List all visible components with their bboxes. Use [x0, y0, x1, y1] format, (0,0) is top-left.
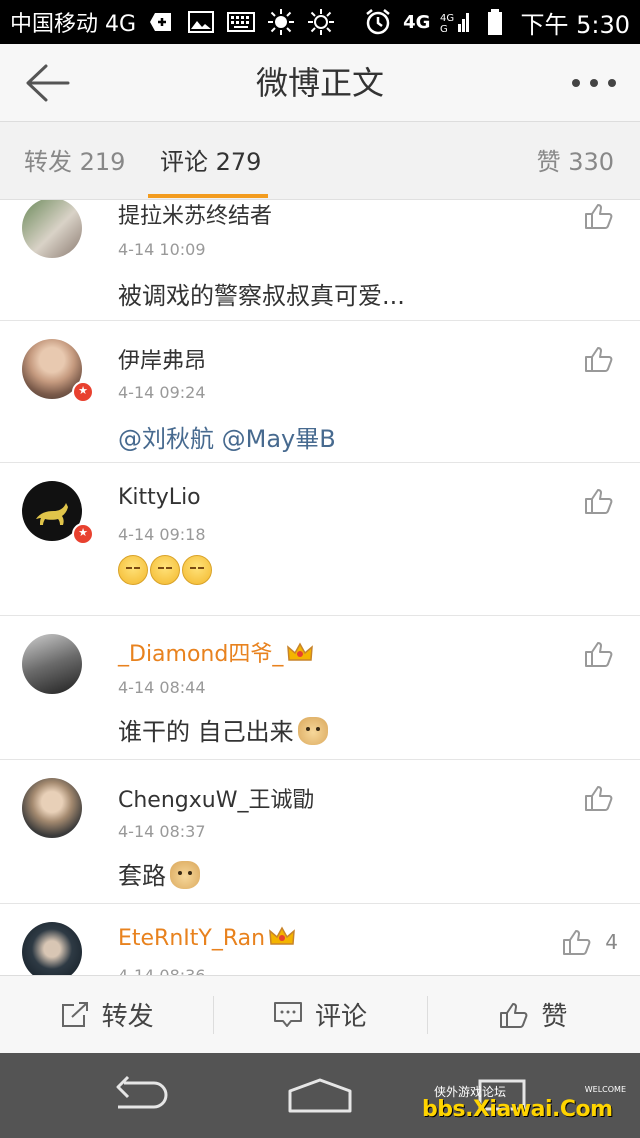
comment-text: 被调戏的警察叔叔真可爱... — [118, 282, 405, 310]
battery-icon — [480, 9, 510, 35]
bottom-action-bar: 转发 评论 赞 — [0, 975, 640, 1053]
tab-likes[interactable]: 赞 330 — [537, 122, 614, 202]
back-nav-icon[interactable] — [110, 1075, 174, 1115]
comment-item: 伊岸弗昂 4-14 09:24 @刘秋航 @May畢B — [0, 321, 640, 463]
gallery-icon — [186, 9, 216, 35]
comment-item: EteRnItY_Ran 4-14 08:36 4 — [0, 904, 640, 975]
sun-icon — [266, 9, 296, 35]
avatar[interactable] — [22, 200, 82, 258]
signal-icon: 4G G — [440, 9, 470, 35]
like-button[interactable]: 赞 — [426, 976, 640, 1053]
comment-item: _Diamond四爷_ 4-14 08:44 谁干的 自己出来 — [0, 616, 640, 760]
comment-list[interactable]: 提拉米苏终结者 4-14 10:09 被调戏的警察叔叔真可爱... 伊岸弗昂 4… — [0, 200, 640, 975]
alarm-icon — [363, 9, 393, 35]
keyboard-icon — [226, 9, 256, 35]
status-bar: 中国移动 4G 4G 4G G 下午 5:30 — [0, 0, 640, 44]
sleepy-emoji-icon — [150, 555, 180, 585]
system-nav-bar: 侠外游戏论坛 WELCOME bbs.Xiawai.Com — [0, 1053, 640, 1138]
active-tab-indicator — [148, 194, 268, 198]
forum-watermark: 侠外游戏论坛 WELCOME bbs.Xiawai.Com — [422, 1085, 626, 1122]
comment-time: 4-14 08:37 — [118, 822, 206, 841]
comment-author[interactable]: EteRnItY_Ran — [118, 926, 295, 951]
comment-time: 4-14 08:44 — [118, 678, 206, 697]
share-icon — [61, 1001, 88, 1027]
comment-time: 4-14 08:36 — [118, 966, 206, 975]
doge-emoji-icon — [170, 861, 200, 889]
title-bar: 微博正文 — [0, 44, 640, 122]
comment-author[interactable]: _Diamond四爷_ — [118, 636, 314, 668]
page-title: 微博正文 — [255, 64, 384, 102]
thumbs-up-icon[interactable] — [584, 640, 614, 668]
comment-item: ChengxuW_王诚勖 4-14 08:37 套路 — [0, 760, 640, 904]
thumbs-up-icon — [500, 1002, 528, 1028]
repost-label: 转发 — [101, 1002, 154, 1032]
thumbs-up-icon[interactable] — [584, 784, 614, 812]
network-type-label: 4G — [403, 11, 431, 33]
thumbs-up-icon[interactable] — [584, 202, 614, 230]
comment-author[interactable]: 提拉米苏终结者 — [118, 200, 272, 230]
comment-author[interactable]: KittyLio — [118, 485, 201, 510]
like-label: 赞 — [541, 1002, 568, 1032]
verified-badge-icon — [72, 523, 94, 545]
comment-text — [118, 555, 214, 585]
add-notification-icon — [146, 9, 176, 35]
comment-author[interactable]: 伊岸弗昂 — [118, 343, 206, 375]
home-nav-icon[interactable] — [286, 1077, 354, 1113]
carrier-label: 中国移动 4G — [10, 12, 137, 37]
thumbs-up-icon[interactable] — [584, 345, 614, 373]
comment-text[interactable]: @刘秋航 @May畢B — [118, 419, 336, 454]
sleepy-emoji-icon — [182, 555, 212, 585]
crown-icon — [269, 926, 295, 945]
more-button[interactable] — [572, 70, 616, 96]
comment-item: KittyLio 4-14 09:18 — [0, 463, 640, 616]
avatar[interactable] — [22, 922, 82, 975]
like-count: 4 — [605, 930, 618, 954]
thumbs-up-icon[interactable] — [562, 928, 592, 956]
sleepy-emoji-icon — [118, 555, 148, 585]
clock-label: 下午 5:30 — [520, 10, 630, 39]
tab-repost[interactable]: 转发 219 — [24, 122, 125, 202]
avatar[interactable] — [22, 778, 82, 838]
comment-button[interactable]: 评论 — [213, 976, 426, 1053]
comment-icon — [273, 1001, 302, 1027]
comment-time: 4-14 09:24 — [118, 383, 206, 402]
repost-button[interactable]: 转发 — [0, 976, 213, 1053]
comment-label: 评论 — [314, 1002, 367, 1032]
more-dots-icon — [572, 79, 580, 87]
svg-text:4G: 4G — [440, 13, 454, 24]
comment-text: 套路 — [118, 856, 200, 891]
comment-item: 提拉米苏终结者 4-14 10:09 被调戏的警察叔叔真可爱... — [0, 200, 640, 321]
tab-comments[interactable]: 评论 279 — [160, 122, 261, 202]
svg-text:G: G — [440, 24, 448, 34]
verified-badge-icon — [72, 381, 94, 403]
comment-author[interactable]: ChengxuW_王诚勖 — [118, 782, 314, 814]
avatar[interactable] — [22, 634, 82, 694]
crown-icon — [287, 642, 314, 661]
tab-bar: 转发 219 评论 279 赞 330 — [0, 122, 640, 200]
comment-time: 4-14 10:09 — [118, 240, 206, 259]
comment-text: 谁干的 自己出来 — [118, 712, 328, 747]
brightness-icon — [306, 9, 336, 35]
doge-emoji-icon — [297, 717, 328, 745]
comment-time: 4-14 09:18 — [118, 525, 206, 544]
thumbs-up-icon[interactable] — [584, 487, 614, 515]
